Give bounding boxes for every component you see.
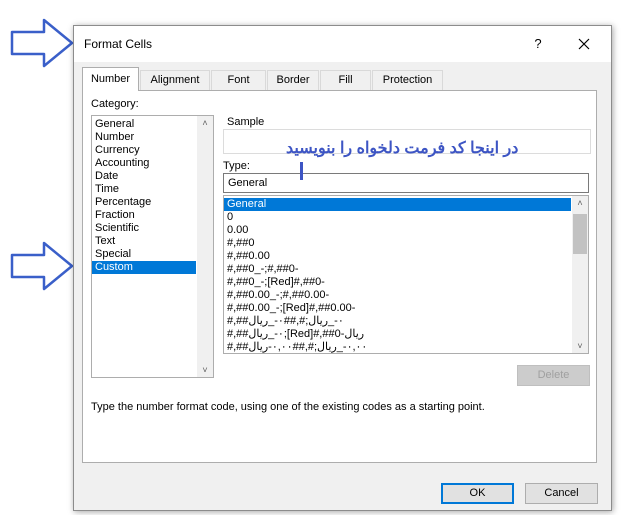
chevron-down-icon[interactable]: ˅	[572, 339, 588, 353]
category-item[interactable]: Time	[92, 183, 196, 196]
category-item[interactable]: Accounting	[92, 157, 196, 170]
tab-font[interactable]: Font	[211, 70, 266, 90]
type-format-item[interactable]: #,##٠-_ريال;#,##٠-_ريال	[224, 315, 571, 328]
type-format-item[interactable]: #,##0_-;[Red]#,##0-	[224, 276, 571, 289]
ok-button[interactable]: OK	[441, 483, 514, 504]
pointer-arrow-icon-title	[10, 18, 74, 68]
type-format-item[interactable]: #,##0.00_-;[Red]#,##0.00-	[224, 302, 571, 315]
tab-border[interactable]: Border	[267, 70, 319, 90]
type-format-item[interactable]: #,##٠-_ريال;[Red]#,##0-ريال	[224, 328, 571, 341]
dialog-title: Format Cells	[84, 37, 153, 51]
scrollbar-thumb[interactable]	[573, 214, 587, 254]
text-cursor-marker	[300, 162, 303, 180]
type-input-value: General	[228, 177, 268, 189]
category-label: Category:	[91, 98, 139, 110]
chevron-down-icon[interactable]: ˅	[197, 363, 213, 377]
help-button[interactable]: ?	[526, 33, 550, 55]
pointer-arrow-icon-custom	[10, 241, 74, 291]
annotation-text: در اینجا کد فرمت دلخواه را بنویسید	[286, 140, 519, 157]
format-cells-dialog: Format Cells ? Number Alignment Font Bor…	[73, 25, 612, 511]
tab-number[interactable]: Number	[82, 67, 139, 91]
tab-alignment[interactable]: Alignment	[140, 70, 210, 90]
category-item[interactable]: Currency	[92, 144, 196, 157]
cancel-button[interactable]: Cancel	[525, 483, 598, 504]
type-format-item[interactable]: General	[224, 198, 571, 211]
category-item[interactable]: Text	[92, 235, 196, 248]
tab-fill[interactable]: Fill	[320, 70, 371, 90]
category-scrollbar[interactable]: ˄ ˅	[197, 116, 213, 377]
type-format-item[interactable]: #,##0.00_-;#,##0.00-	[224, 289, 571, 302]
type-format-item[interactable]: #,##0.00	[224, 250, 571, 263]
title-bar: Format Cells ?	[74, 26, 611, 62]
type-format-item[interactable]: #,##0_-;#,##0-	[224, 263, 571, 276]
close-icon[interactable]	[570, 32, 598, 56]
category-item[interactable]: Fraction	[92, 209, 196, 222]
delete-button[interactable]: Delete	[517, 365, 590, 386]
category-item[interactable]: Custom	[92, 261, 196, 274]
type-scrollbar[interactable]: ˄ ˅	[572, 196, 588, 353]
category-item[interactable]: Scientific	[92, 222, 196, 235]
type-listbox[interactable]: General 0 0.00 #,##0 #,##0.00 #,##0_-;#,##0- #…	[223, 195, 589, 354]
chevron-up-icon[interactable]: ˄	[197, 116, 213, 130]
category-item[interactable]: Special	[92, 248, 196, 261]
type-format-item[interactable]: 0	[224, 211, 571, 224]
category-item[interactable]: General	[92, 118, 196, 131]
chevron-up-icon[interactable]: ˄	[572, 196, 588, 210]
category-listbox[interactable]: General Number Currency Accounting Date Time P…	[91, 115, 214, 378]
category-item[interactable]: Date	[92, 170, 196, 183]
hint-text: Type the number format code, using one o…	[91, 401, 485, 413]
tab-protection[interactable]: Protection	[372, 70, 443, 90]
category-item[interactable]: Number	[92, 131, 196, 144]
type-label: Type:	[223, 160, 250, 172]
sample-label: Sample	[227, 116, 265, 128]
type-format-item[interactable]: #,##0	[224, 237, 571, 250]
type-format-item[interactable]: #,##٠,٠٠-_ريال;#,##٠,٠٠-ريال	[224, 341, 571, 353]
category-item[interactable]: Percentage	[92, 196, 196, 209]
type-format-item[interactable]: 0.00	[224, 224, 571, 237]
type-input[interactable]: General	[223, 173, 589, 193]
